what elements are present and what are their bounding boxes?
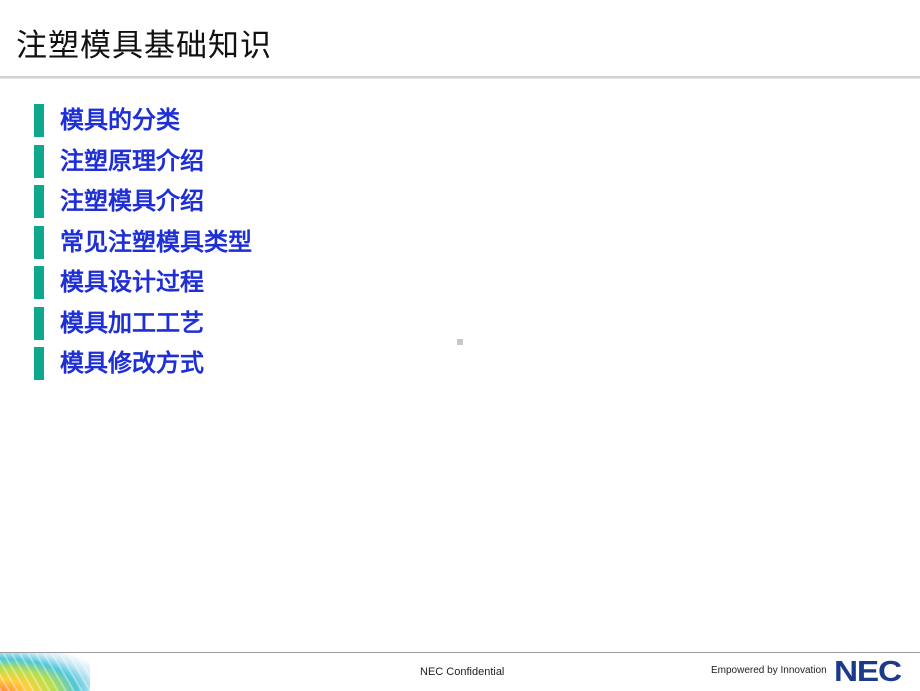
list-item-label: 模具修改方式 — [60, 349, 204, 377]
list-item: 模具设计过程 — [34, 262, 252, 303]
list-item: 注塑模具介绍 — [34, 181, 252, 222]
list-item: 注塑原理介绍 — [34, 141, 252, 182]
confidential-label: NEC Confidential — [420, 666, 505, 678]
bullet-marker — [34, 306, 44, 340]
list-item: 常见注塑模具类型 — [34, 222, 252, 263]
list-item: 模具的分类 — [34, 100, 252, 141]
bullet-marker — [34, 185, 44, 218]
list-item: 模具加工工艺 — [34, 303, 252, 344]
nec-logo: NEC — [834, 656, 902, 688]
bullet-marker — [34, 144, 44, 178]
list-item-label: 模具加工工艺 — [60, 308, 204, 337]
title-divider — [0, 76, 920, 79]
list-item-label: 模具的分类 — [60, 106, 180, 134]
decorative-dot — [457, 339, 463, 345]
slide-title: 注塑模具基础知识 — [16, 28, 272, 64]
list-item-label: 常见注塑模具类型 — [60, 227, 252, 256]
list-item-label: 模具设计过程 — [60, 268, 204, 296]
topic-list: 模具的分类 注塑原理介绍 注塑模具介绍 常见注塑模具类型 模具设计过程 模具加工… — [34, 100, 252, 384]
list-item-label: 注塑模具介绍 — [60, 187, 204, 215]
footer-bar: NEC Confidential Empowered by Innovation… — [0, 652, 920, 691]
list-item-label: 注塑原理介绍 — [60, 146, 204, 175]
bullet-marker — [34, 266, 44, 299]
footer-decoration — [0, 653, 90, 691]
tagline: Empowered by Innovation — [711, 665, 827, 676]
bullet-marker — [34, 104, 44, 137]
bullet-marker — [34, 347, 44, 380]
list-item: 模具修改方式 — [34, 343, 252, 384]
bullet-marker — [34, 225, 44, 259]
